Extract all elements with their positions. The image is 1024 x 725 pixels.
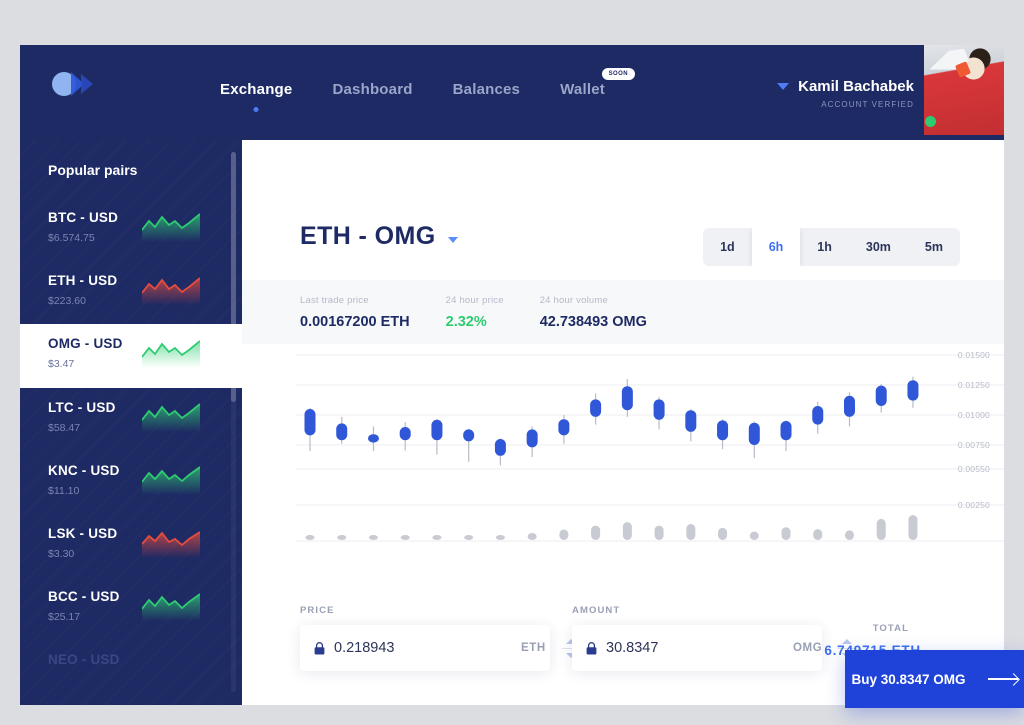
pair-name: KNC - USD <box>48 463 120 478</box>
pair-price: $223.60 <box>48 295 86 307</box>
price-unit: ETH <box>521 642 546 654</box>
main-nav: Exchange Dashboard Balances Wallet SOON <box>220 68 635 112</box>
stat-24h-volume: 24 hour volume 42.738493 OMG <box>540 295 647 330</box>
lock-icon <box>314 641 325 654</box>
stat-last-trade-price: Last trade price 0.00167200 ETH <box>300 295 410 330</box>
pair-name: LTC - USD <box>48 400 116 415</box>
account-status: ACCOUNT VERFIED <box>821 100 914 109</box>
sparkline-up-icon <box>142 593 200 621</box>
pair-title-text: ETH - OMG <box>300 222 436 250</box>
page-title[interactable]: ETH - OMG <box>300 222 458 251</box>
pair-name: BTC - USD <box>48 210 119 225</box>
y-axis-tick-label: 0.00250 <box>957 500 990 510</box>
soon-badge: SOON <box>601 68 635 80</box>
sidebar-item-ltc-usd[interactable]: LTC - USD $58.47 <box>20 388 242 451</box>
chart-y-axis: 0.01500 0.01250 0.01000 0.00750 0.00550 0.002… <box>924 345 990 580</box>
stat-label: 24 hour volume <box>539 294 608 306</box>
sidebar-scrollbar-thumb[interactable] <box>231 152 236 402</box>
tab-30m[interactable]: 30m <box>849 228 908 266</box>
amount-input[interactable] <box>606 640 793 656</box>
exchange-app: Exchange Dashboard Balances Wallet SOON … <box>20 45 1004 705</box>
stat-value: 2.32% <box>445 313 487 330</box>
pair-price: $3.47 <box>48 358 75 370</box>
tab-1h[interactable]: 1h <box>800 228 849 266</box>
sidebar-title: Popular pairs <box>48 162 138 178</box>
price-label: PRICE <box>300 605 335 616</box>
tab-5m[interactable]: 5m <box>908 228 960 266</box>
total-label: TOTAL <box>872 623 909 634</box>
stat-value: 0.00167200 ETH <box>300 313 410 330</box>
pair-name: OMG - USD <box>48 336 123 351</box>
pair-name: LSK - USD <box>48 526 118 541</box>
nav-label: Balances <box>452 81 521 98</box>
sidebar: Popular pairs BTC - USD $6.574.75 ETH - … <box>20 140 242 705</box>
pair-price: $58.47 <box>48 422 81 434</box>
pair-price: $6.574.75 <box>48 232 95 244</box>
avatar[interactable] <box>924 45 1004 135</box>
tab-6h[interactable]: 6h <box>751 228 801 266</box>
arrow-right-icon <box>987 678 1018 680</box>
y-axis-tick-label: 0.01250 <box>957 380 990 390</box>
nav-label: Exchange <box>220 81 293 98</box>
pair-name: ETH - USD <box>48 273 118 288</box>
sidebar-item-lsk-usd[interactable]: LSK - USD $3.30 <box>20 514 242 577</box>
y-axis-tick-label: 0.01500 <box>957 350 990 360</box>
main-panel: ETH - OMG 1d 6h 1h 30m 5m Last trade pri… <box>242 140 1004 705</box>
stat-24h-price: 24 hour price 2.32% <box>446 295 504 330</box>
y-axis-tick-label: 0.00750 <box>957 440 990 450</box>
nav-label: Dashboard <box>332 81 413 98</box>
buy-button-label: Buy 30.8347 OMG <box>851 671 966 687</box>
stat-label: Last trade price <box>300 294 369 306</box>
sidebar-item-eth-usd[interactable]: ETH - USD $223.60 <box>20 261 242 324</box>
nav-item-wallet[interactable]: Wallet SOON <box>560 68 635 112</box>
stat-label: 24 hour price <box>445 294 504 306</box>
pair-price: $11.10 <box>48 485 80 497</box>
price-chart[interactable] <box>242 345 1004 580</box>
nav-active-dot <box>253 107 259 112</box>
amount-label: AMOUNT <box>572 605 621 616</box>
sidebar-item-bcc-usd[interactable]: BCC - USD $25.17 <box>20 577 242 640</box>
chevron-down-icon[interactable] <box>447 236 458 243</box>
pair-price: $3.30 <box>48 548 75 560</box>
pair-name: BCC - USD <box>48 589 120 604</box>
pair-price: $25.17 <box>48 611 81 623</box>
sparkline-down-icon <box>142 277 200 305</box>
sparkline-down-icon <box>142 531 200 558</box>
sparkline-up-icon <box>142 213 200 242</box>
y-axis-tick-label: 0.01000 <box>957 410 990 420</box>
app-header: Exchange Dashboard Balances Wallet SOON … <box>20 45 1004 140</box>
nav-label: Wallet <box>560 81 605 98</box>
sidebar-item-knc-usd[interactable]: KNC - USD $11.10 <box>20 451 242 514</box>
y-axis-tick-label: 0.00550 <box>957 464 990 474</box>
online-status-dot <box>925 116 936 127</box>
sparkline-up-icon <box>142 466 200 495</box>
popular-pairs-list: BTC - USD $6.574.75 ETH - USD $223.60 OM… <box>20 198 242 703</box>
market-stats: Last trade price 0.00167200 ETH 24 hour … <box>242 280 1004 344</box>
account-menu[interactable]: Kamil Bachabek ACCOUNT VERFIED <box>777 78 914 109</box>
nav-item-exchange[interactable]: Exchange <box>220 81 292 112</box>
chevron-down-icon[interactable] <box>777 83 790 90</box>
sidebar-item-btc-usd[interactable]: BTC - USD $6.574.75 <box>20 198 242 261</box>
amount-unit: OMG <box>793 642 823 654</box>
sidebar-item-omg-usd[interactable]: OMG - USD $3.47 <box>20 324 242 388</box>
price-field[interactable]: ETH <box>300 625 580 671</box>
sparkline-up-icon <box>142 340 200 368</box>
candlestick-chart-svg <box>296 354 1004 542</box>
account-name: Kamil Bachabek <box>798 78 914 95</box>
brand-logo-icon[interactable] <box>47 71 107 97</box>
tab-1d[interactable]: 1d <box>703 228 752 266</box>
buy-button[interactable]: Buy 30.8347 OMG <box>845 650 1024 708</box>
timeframe-selector: 1d 6h 1h 30m 5m <box>703 228 960 266</box>
price-input[interactable] <box>334 640 521 656</box>
stat-value: 42.738493 OMG <box>539 313 647 330</box>
pair-name: NEO - USD <box>48 652 120 667</box>
sparkline-up-icon <box>142 403 200 432</box>
amount-field[interactable]: OMG <box>572 625 857 671</box>
nav-item-balances[interactable]: Balances <box>453 81 520 112</box>
nav-item-dashboard[interactable]: Dashboard <box>332 81 412 112</box>
sidebar-item-neo-usd[interactable]: NEO - USD <box>20 640 242 703</box>
lock-icon <box>586 641 597 654</box>
